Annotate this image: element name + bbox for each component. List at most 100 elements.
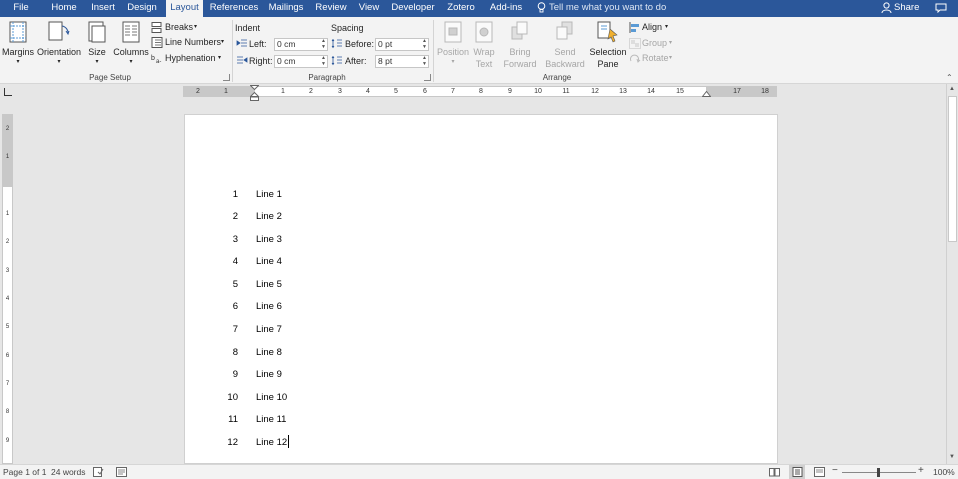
tab-layout[interactable]: Layout: [166, 0, 203, 18]
page-count[interactable]: Page 1 of 1: [3, 467, 46, 477]
zoom-out-button[interactable]: −: [832, 465, 838, 476]
share-button[interactable]: Share: [894, 0, 926, 17]
horizontal-ruler[interactable]: 2 1 1 2 3 4 5 6 7 8 9 10 11 12 13 14 15 …: [183, 85, 777, 101]
first-line-indent-icon[interactable]: [250, 85, 259, 90]
line-text[interactable]: Line 8: [256, 347, 282, 358]
line-text[interactable]: Line 4: [256, 256, 282, 267]
margins-button[interactable]: Margins ▾: [2, 19, 34, 71]
tab-view[interactable]: View: [355, 0, 383, 17]
spacing-before-input[interactable]: 0 pt ▲ ▼: [375, 38, 429, 51]
breaks-button[interactable]: Breaks ▾: [151, 21, 221, 34]
line-text[interactable]: Line 3: [256, 234, 282, 245]
paragraph-group-label: Paragraph: [308, 73, 346, 82]
tab-design[interactable]: Design: [123, 0, 161, 17]
hanging-indent-icon[interactable]: [250, 92, 259, 101]
scroll-up-icon[interactable]: ▲: [949, 86, 955, 92]
page-setup-launcher-icon[interactable]: [223, 74, 230, 81]
tab-references[interactable]: References: [207, 0, 261, 17]
vertical-scrollbar[interactable]: ▲ ▼: [946, 84, 958, 464]
line-numbers-button[interactable]: Line Numbers ▾: [151, 36, 231, 49]
rotate-button[interactable]: Rotate ▾: [629, 52, 679, 65]
vruler-tick: 5: [5, 324, 10, 330]
bring-forward-button[interactable]: Bring Forward: [499, 19, 541, 71]
text-cursor: [288, 435, 289, 448]
spinner-icon[interactable]: ▲ ▼: [321, 55, 326, 67]
zoom-slider-thumb[interactable]: [877, 468, 880, 477]
size-button[interactable]: Size ▾: [84, 19, 110, 71]
tab-home[interactable]: Home: [46, 0, 82, 17]
ruler-tick: 6: [423, 88, 427, 95]
size-icon: [88, 21, 106, 43]
line-number: 4: [232, 256, 238, 267]
indent-right-input[interactable]: 0 cm ▲ ▼: [274, 55, 328, 68]
send-backward-label-1: Send: [554, 47, 576, 57]
group-icon: [629, 38, 641, 49]
tab-file[interactable]: File: [6, 0, 36, 17]
line-number: 12: [227, 437, 238, 448]
word-count[interactable]: 24 words: [51, 467, 86, 477]
selection-pane-button[interactable]: Selection Pane: [588, 19, 628, 71]
line-text[interactable]: Line 12: [256, 437, 287, 448]
vruler-tick: 3: [5, 268, 10, 274]
rotate-icon: [630, 54, 641, 63]
orientation-icon: [48, 21, 70, 41]
orientation-button[interactable]: Orientation ▾: [36, 19, 82, 71]
indent-heading: Indent: [235, 23, 261, 33]
line-numbers-icon: [151, 37, 163, 48]
vertical-ruler[interactable]: 2 1 1 2 3 4 5 6 7 8 9: [2, 114, 13, 464]
ruler-tick: 4: [366, 88, 370, 95]
spacing-heading: Spacing: [331, 23, 364, 33]
wrap-text-button[interactable]: Wrap Text: [471, 19, 497, 71]
send-backward-button[interactable]: Send Backward: [542, 19, 588, 71]
selection-pane-label-1: Selection: [589, 47, 627, 57]
read-mode-icon[interactable]: [769, 467, 780, 477]
indent-left-input[interactable]: 0 cm ▲ ▼: [274, 38, 328, 51]
tell-me-search[interactable]: Tell me what you want to do: [536, 0, 676, 17]
zoom-in-button[interactable]: +: [918, 465, 924, 476]
paragraph-launcher-icon[interactable]: [424, 74, 431, 81]
tab-add-ins[interactable]: Add-ins: [485, 0, 527, 17]
line-text[interactable]: Line 2: [256, 211, 282, 222]
line-text[interactable]: Line 7: [256, 324, 282, 335]
indent-right-label: Right:: [249, 56, 273, 66]
spinner-icon[interactable]: ▲ ▼: [321, 38, 326, 50]
zoom-level[interactable]: 100%: [933, 467, 955, 477]
line-text[interactable]: Line 10: [256, 392, 287, 403]
spacing-after-value: 8 pt: [378, 56, 393, 66]
scrollbar-thumb[interactable]: [948, 96, 957, 242]
scroll-down-icon[interactable]: ▼: [949, 454, 955, 460]
tab-developer[interactable]: Developer: [388, 0, 438, 17]
proofing-icon[interactable]: [93, 467, 104, 477]
print-layout-icon[interactable]: [792, 467, 803, 477]
spinner-icon[interactable]: ▲ ▼: [422, 55, 427, 67]
rotate-label: Rotate: [642, 53, 669, 63]
ruler-tick: 8: [479, 88, 483, 95]
hyphenation-button[interactable]: b a- Hyphenation ▾: [151, 52, 231, 65]
spacing-after-input[interactable]: 8 pt ▲ ▼: [375, 55, 429, 68]
ruler-tick: 3: [338, 88, 342, 95]
document-page[interactable]: 1 Line 1 2 Line 2 3 Line 3 4 Line 4 5 Li…: [184, 114, 778, 464]
line-text[interactable]: Line 11: [256, 414, 286, 425]
comment-icon[interactable]: [935, 3, 947, 13]
columns-button[interactable]: Columns ▾: [112, 19, 150, 71]
ruler-tick: 13: [619, 88, 627, 95]
collapse-ribbon-icon[interactable]: ⌃: [946, 73, 953, 82]
macro-icon[interactable]: [116, 467, 127, 477]
tab-review[interactable]: Review: [312, 0, 350, 17]
line-text[interactable]: Line 9: [256, 369, 282, 380]
line-text[interactable]: Line 5: [256, 279, 282, 290]
tab-selector-icon[interactable]: [4, 88, 12, 96]
web-layout-icon[interactable]: [814, 467, 825, 477]
tab-zotero[interactable]: Zotero: [442, 0, 480, 17]
line-text[interactable]: Line 6: [256, 301, 282, 312]
line-text[interactable]: Line 1: [256, 189, 282, 200]
tab-insert[interactable]: Insert: [86, 0, 120, 17]
spinner-icon[interactable]: ▲ ▼: [422, 38, 427, 50]
hyphenation-label: Hyphenation: [165, 53, 216, 63]
align-button[interactable]: Align ▾: [629, 21, 679, 34]
right-indent-icon[interactable]: [702, 91, 711, 97]
position-button[interactable]: Position ▾: [436, 19, 470, 71]
group-button[interactable]: Group ▾: [629, 37, 679, 50]
ruler-tick: 1: [224, 88, 228, 95]
tab-mailings[interactable]: Mailings: [265, 0, 307, 17]
